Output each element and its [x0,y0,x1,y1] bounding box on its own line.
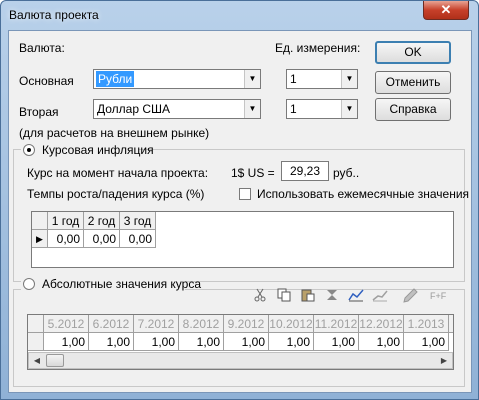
absolute-table[interactable]: 5.2012 6.2012 7.2012 8.2012 9.2012 10.2012 11.… [27,314,454,370]
table-header[interactable]: 8.2012 [179,315,224,333]
table-cell[interactable]: 1,00 [89,333,134,351]
chevron-down-icon[interactable]: ▼ [341,70,357,88]
growth-label: Темпы роста/падения курса (%) [27,187,205,201]
absolute-radio-wrap[interactable]: Абсолютные значения курса [21,276,201,292]
primary-currency-select[interactable]: Рубли ▼ [93,69,261,89]
table-cell[interactable]: 1,00 [359,333,404,351]
secondary-currency-label: Вторая [19,105,59,119]
scroll-right-icon[interactable]: ▶ [436,353,452,368]
trend-icon[interactable] [370,288,390,308]
secondary-units-value: 1 [290,102,297,116]
scroll-left-icon[interactable]: ◀ [29,353,45,368]
table-header[interactable]: 2 [449,315,453,333]
inflation-radio[interactable] [23,144,35,156]
row-header [28,333,44,351]
monthly-values-label: Использовать ежемесячные значения [257,187,470,201]
secondary-units-select[interactable]: 1 ▼ [286,99,358,119]
inflation-radio-label: Курсовая инфляция [42,143,154,157]
inflation-radio-wrap[interactable]: Курсовая инфляция [21,142,154,158]
row-pointer-icon: ▶ [32,230,48,248]
table-corner [32,212,48,230]
formula-icon[interactable]: F+F [428,288,448,308]
dialog-body: Валюта: Ед. измерения: Основная Рубли ▼ … [8,30,472,393]
edit-icon[interactable] [400,288,420,308]
table-cell[interactable]: 1,00 [224,333,269,351]
table-cell[interactable]: 1,00 [44,333,89,351]
table-header[interactable]: 9.2012 [224,315,269,333]
help-button[interactable]: Справка [375,98,451,121]
dialog-window: Валюта проекта ✕ Валюта: Ед. измерения: … [0,0,479,400]
table-header[interactable]: 11.2012 [314,315,359,333]
table-header[interactable]: 6.2012 [89,315,134,333]
cut-icon[interactable] [250,288,270,308]
primary-units-select[interactable]: 1 ▼ [286,69,358,89]
table-cell[interactable]: 1,00 [314,333,359,351]
svg-text:F+F: F+F [430,291,447,301]
table-header[interactable]: 7.2012 [134,315,179,333]
title-bar[interactable]: Валюта проекта ✕ [1,1,478,29]
rate-prefix: 1$ US = [231,166,275,180]
rate-label: Курс на момент начала проекта: [27,166,209,180]
table-cell[interactable]: 1,00 [134,333,179,351]
table-header[interactable]: 10.2012 [269,315,314,333]
fill-icon[interactable] [322,288,342,308]
absolute-radio[interactable] [23,278,35,290]
horizontal-scrollbar[interactable]: ◀ ▶ [28,352,453,369]
external-market-note: (для расчетов на внешнем рынке) [19,126,210,140]
table-cell[interactable]: 1,00 [404,333,449,351]
growth-table[interactable]: 1 год 2 год 3 год ▶ 0,00 0,00 0,00 [31,211,454,268]
table-header[interactable]: 12.2012 [359,315,404,333]
table-cell[interactable]: 1,00 [269,333,314,351]
table-header[interactable]: 1 год [48,212,84,230]
cancel-button[interactable]: Отменить [375,71,451,94]
copy-icon[interactable] [274,288,294,308]
table-header[interactable]: 3 год [120,212,156,230]
ok-button[interactable]: OK [375,41,451,64]
window-title: Валюта проекта [9,8,99,22]
monthly-values-checkbox[interactable] [239,188,251,200]
absolute-radio-label: Абсолютные значения курса [42,277,202,291]
units-label: Ед. измерения: [275,41,361,55]
primary-currency-value: Рубли [96,71,135,87]
paste-icon[interactable] [298,288,318,308]
table-cell[interactable]: 0,00 [84,230,120,248]
secondary-currency-select[interactable]: Доллар США ▼ [93,99,261,119]
scroll-thumb[interactable] [46,354,64,367]
table-corner [28,315,44,333]
table-cell[interactable]: 0,00 [48,230,84,248]
close-button[interactable]: ✕ [423,1,469,20]
rate-input[interactable]: 29,23 [281,161,329,181]
table-header[interactable]: 5.2012 [44,315,89,333]
table-header[interactable]: 1.2013 [404,315,449,333]
currency-label: Валюта: [19,41,65,55]
secondary-currency-value: Доллар США [97,102,171,116]
chart-icon[interactable] [346,288,366,308]
chevron-down-icon[interactable]: ▼ [341,100,357,118]
table-cell[interactable]: 1,00 [179,333,224,351]
table-header[interactable]: 2 год [84,212,120,230]
chevron-down-icon[interactable]: ▼ [244,100,260,118]
primary-units-value: 1 [290,72,297,86]
chevron-down-icon[interactable]: ▼ [244,70,260,88]
table-cell[interactable]: 0,00 [120,230,156,248]
primary-currency-label: Основная [19,74,74,88]
rate-unit: руб.. [333,166,360,180]
